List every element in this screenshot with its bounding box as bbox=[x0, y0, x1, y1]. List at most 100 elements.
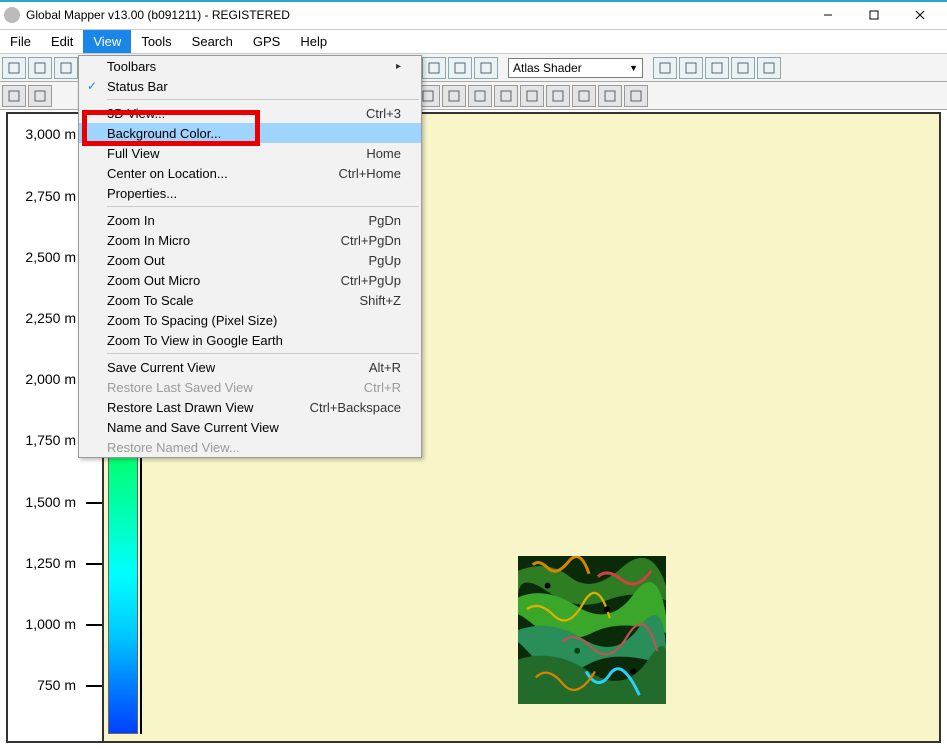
binoculars-icon[interactable] bbox=[474, 57, 498, 79]
down-icon[interactable] bbox=[448, 57, 472, 79]
layers-icon[interactable] bbox=[422, 57, 446, 79]
menu-separator bbox=[107, 206, 419, 207]
menu-item-restore-last-drawn-view[interactable]: Restore Last Drawn ViewCtrl+Backspace bbox=[79, 397, 421, 417]
menu-edit[interactable]: Edit bbox=[41, 30, 83, 53]
shader-value: Atlas Shader bbox=[513, 61, 582, 75]
ruler-label: 3,000 m bbox=[25, 126, 76, 142]
close-button[interactable] bbox=[897, 0, 943, 30]
menu-item-label: 3D View... bbox=[105, 106, 366, 121]
menu-item-label: Zoom To Spacing (Pixel Size) bbox=[105, 313, 401, 328]
ruler-mark bbox=[86, 502, 102, 504]
minimize-button[interactable] bbox=[805, 0, 851, 30]
grid-icon[interactable] bbox=[731, 57, 755, 79]
menu-separator bbox=[107, 99, 419, 100]
window-controls bbox=[805, 0, 943, 30]
title-bar: Global Mapper v13.00 (b091211) - REGISTE… bbox=[0, 0, 947, 30]
ruler-label: 2,750 m bbox=[25, 188, 76, 204]
path-icon[interactable] bbox=[546, 85, 570, 107]
ruler-label: 1,250 m bbox=[25, 555, 76, 571]
menu-item-zoom-to-spacing-pixel-size[interactable]: Zoom To Spacing (Pixel Size) bbox=[79, 310, 421, 330]
measure-icon[interactable] bbox=[442, 85, 466, 107]
open-icon[interactable] bbox=[2, 57, 26, 79]
menu-gps[interactable]: GPS bbox=[243, 30, 290, 53]
wand-icon[interactable] bbox=[494, 85, 518, 107]
ruler-mark bbox=[86, 624, 102, 626]
ruler-label: 2,250 m bbox=[25, 310, 76, 326]
window-accent bbox=[0, 0, 947, 2]
menu-item-zoom-to-view-in-google-earth[interactable]: Zoom To View in Google Earth bbox=[79, 330, 421, 350]
area-icon[interactable] bbox=[572, 85, 596, 107]
menu-search[interactable]: Search bbox=[182, 30, 243, 53]
image-icon[interactable] bbox=[653, 57, 677, 79]
app-icon bbox=[4, 7, 20, 23]
check-icon: ✓ bbox=[79, 79, 105, 93]
menu-item-zoom-out-micro[interactable]: Zoom Out MicroCtrl+PgUp bbox=[79, 270, 421, 290]
menu-item-accelerator: PgDn bbox=[368, 213, 401, 228]
hand-left-icon[interactable] bbox=[2, 85, 26, 107]
menu-help[interactable]: Help bbox=[290, 30, 337, 53]
menu-item-label: Zoom In bbox=[105, 213, 368, 228]
hand-right-icon[interactable] bbox=[28, 85, 52, 107]
shape-icon[interactable] bbox=[520, 85, 544, 107]
menu-item-zoom-in[interactable]: Zoom InPgDn bbox=[79, 210, 421, 230]
bucket-icon[interactable] bbox=[624, 85, 648, 107]
menu-item-save-current-view[interactable]: Save Current ViewAlt+R bbox=[79, 357, 421, 377]
save-icon[interactable] bbox=[28, 57, 52, 79]
globe-icon[interactable] bbox=[54, 57, 78, 79]
menu-item-label: Restore Named View... bbox=[105, 440, 401, 455]
3d-icon[interactable] bbox=[679, 57, 703, 79]
menu-item-label: Zoom To View in Google Earth bbox=[105, 333, 401, 348]
menu-item-accelerator: Home bbox=[366, 146, 401, 161]
menu-item-label: Properties... bbox=[105, 186, 401, 201]
maximize-button[interactable] bbox=[851, 0, 897, 30]
menu-bar: FileEditViewToolsSearchGPSHelp bbox=[0, 30, 947, 54]
menu-item-zoom-to-scale[interactable]: Zoom To ScaleShift+Z bbox=[79, 290, 421, 310]
menu-item-background-color[interactable]: Background Color... bbox=[79, 123, 421, 143]
menu-item-label: Zoom Out Micro bbox=[105, 273, 341, 288]
sparkle-icon[interactable] bbox=[757, 57, 781, 79]
menu-file[interactable]: File bbox=[0, 30, 41, 53]
terrain-preview bbox=[518, 556, 666, 704]
menu-item-restore-last-saved-view: Restore Last Saved ViewCtrl+R bbox=[79, 377, 421, 397]
menu-item-accelerator: Ctrl+Backspace bbox=[310, 400, 401, 415]
chevron-down-icon: ▼ bbox=[629, 63, 638, 73]
ruler-mark bbox=[86, 563, 102, 565]
window-title: Global Mapper v13.00 (b091211) - REGISTE… bbox=[26, 8, 805, 22]
menu-item-zoom-in-micro[interactable]: Zoom In MicroCtrl+PgDn bbox=[79, 230, 421, 250]
menu-item-label: Full View bbox=[105, 146, 366, 161]
view-menu-dropdown: Toolbars▸✓Status Bar3D View...Ctrl+3Back… bbox=[78, 55, 422, 458]
erase-icon[interactable] bbox=[598, 85, 622, 107]
menu-item-label: Zoom Out bbox=[105, 253, 368, 268]
menu-item-accelerator: Ctrl+Home bbox=[339, 166, 402, 181]
ruler-label: 2,000 m bbox=[25, 371, 76, 387]
menu-item-label: Restore Last Saved View bbox=[105, 380, 364, 395]
ruler-label: 1,750 m bbox=[25, 432, 76, 448]
menu-item-zoom-out[interactable]: Zoom OutPgUp bbox=[79, 250, 421, 270]
menu-item-label: Status Bar bbox=[105, 79, 401, 94]
menu-item-properties[interactable]: Properties... bbox=[79, 183, 421, 203]
menu-item-name-and-save-current-view[interactable]: Name and Save Current View bbox=[79, 417, 421, 437]
menu-item-full-view[interactable]: Full ViewHome bbox=[79, 143, 421, 163]
ruler-label: 750 m bbox=[37, 677, 76, 693]
menu-item-label: Center on Location... bbox=[105, 166, 339, 181]
menu-item-label: Zoom In Micro bbox=[105, 233, 341, 248]
menu-item-3d-view[interactable]: 3D View...Ctrl+3 bbox=[79, 103, 421, 123]
menu-item-toolbars[interactable]: Toolbars▸ bbox=[79, 56, 421, 76]
menu-item-status-bar[interactable]: ✓Status Bar bbox=[79, 76, 421, 96]
ruler-label: 1,500 m bbox=[25, 494, 76, 510]
shader-select[interactable]: Atlas Shader ▼ bbox=[508, 58, 643, 78]
cloud-icon[interactable] bbox=[468, 85, 492, 107]
menu-item-accelerator: Ctrl+PgDn bbox=[341, 233, 401, 248]
chevron-right-icon: ▸ bbox=[389, 61, 401, 72]
menu-item-center-on-location[interactable]: Center on Location...Ctrl+Home bbox=[79, 163, 421, 183]
flag-icon[interactable] bbox=[705, 57, 729, 79]
ruler-mark bbox=[86, 685, 102, 687]
menu-item-accelerator: Ctrl+3 bbox=[366, 106, 401, 121]
menu-item-accelerator: PgUp bbox=[368, 253, 401, 268]
menu-item-accelerator: Ctrl+PgUp bbox=[341, 273, 401, 288]
menu-view[interactable]: View bbox=[83, 30, 131, 53]
menu-item-accelerator: Ctrl+R bbox=[364, 380, 401, 395]
menu-item-label: Restore Last Drawn View bbox=[105, 400, 310, 415]
menu-separator bbox=[107, 353, 419, 354]
menu-tools[interactable]: Tools bbox=[131, 30, 181, 53]
